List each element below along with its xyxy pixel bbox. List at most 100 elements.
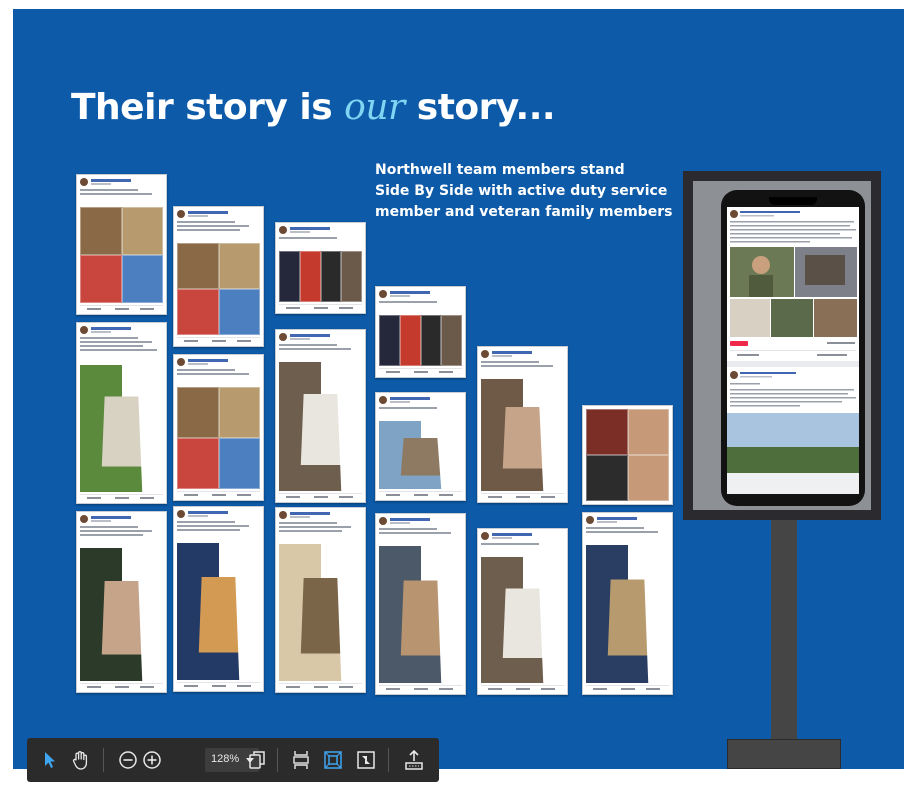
post-photo bbox=[586, 409, 669, 501]
poster-name-line bbox=[188, 359, 228, 362]
post-header bbox=[279, 226, 362, 235]
post-text-lines bbox=[379, 407, 462, 411]
text-line bbox=[177, 373, 250, 375]
avatar bbox=[481, 350, 489, 358]
post-actions-bar bbox=[279, 683, 362, 690]
viewer-toolbar: 128% bbox=[27, 738, 439, 782]
photo-tile bbox=[218, 289, 260, 335]
post-text-lines bbox=[80, 189, 163, 197]
poster-name-line bbox=[91, 179, 131, 182]
post-photo bbox=[586, 545, 669, 683]
zoom-in-icon[interactable] bbox=[139, 746, 165, 774]
text-line bbox=[177, 225, 250, 227]
photo-tile bbox=[177, 438, 219, 489]
post-actions-bar bbox=[379, 491, 462, 498]
post-header bbox=[279, 333, 362, 342]
avatar bbox=[586, 516, 594, 524]
post-actions-bar bbox=[379, 685, 462, 692]
post-actions-bar bbox=[80, 683, 163, 690]
post-actions-bar bbox=[177, 337, 260, 344]
cursor-arrow-icon[interactable] bbox=[37, 746, 63, 774]
zoom-out-icon[interactable] bbox=[115, 746, 141, 774]
post-text-lines bbox=[80, 337, 163, 353]
photo-tile bbox=[441, 315, 462, 366]
post-text-lines bbox=[379, 528, 462, 536]
post-header bbox=[481, 350, 564, 359]
avatar bbox=[177, 210, 185, 218]
post-header bbox=[481, 532, 564, 541]
text-line bbox=[177, 369, 236, 371]
photo-tile bbox=[627, 455, 669, 501]
social-post-card bbox=[275, 222, 366, 314]
photo-tile bbox=[121, 255, 163, 303]
post-time-line bbox=[492, 537, 512, 539]
text-line bbox=[279, 344, 338, 346]
slide-title: Their story is our story... bbox=[71, 87, 556, 128]
post-photo bbox=[379, 315, 462, 366]
text-line bbox=[177, 521, 236, 523]
photo-tile bbox=[627, 409, 669, 455]
fullscreen-icon[interactable] bbox=[353, 746, 379, 774]
post-header bbox=[379, 290, 462, 299]
post-photo bbox=[481, 379, 564, 491]
post-header bbox=[279, 511, 362, 520]
post-actions-bar bbox=[177, 491, 260, 498]
post-actions-bar bbox=[279, 304, 362, 311]
text-line bbox=[481, 361, 540, 363]
fit-width-icon[interactable] bbox=[320, 746, 346, 774]
post-photo bbox=[379, 421, 462, 489]
photo-tile bbox=[341, 251, 362, 302]
post-time-line bbox=[390, 295, 410, 297]
poster-name-line bbox=[390, 291, 430, 294]
post-time-line bbox=[290, 338, 310, 340]
social-post-card bbox=[275, 507, 366, 693]
share-upload-icon[interactable] bbox=[401, 746, 427, 774]
text-line bbox=[80, 349, 158, 351]
post-time-line bbox=[290, 231, 310, 233]
poster-name-line bbox=[492, 533, 532, 536]
post-header bbox=[379, 396, 462, 405]
copy-pages-icon[interactable] bbox=[244, 746, 270, 774]
kiosk-base bbox=[727, 739, 841, 769]
post-time-line bbox=[188, 363, 208, 365]
photo-tile bbox=[279, 251, 300, 302]
phone-notch bbox=[769, 197, 817, 205]
text-line bbox=[80, 337, 139, 339]
post-text-lines bbox=[481, 361, 564, 369]
phone-post bbox=[727, 371, 859, 494]
avatar bbox=[80, 178, 88, 186]
hand-pan-icon[interactable] bbox=[68, 746, 94, 774]
avatar bbox=[80, 515, 88, 523]
social-post-card bbox=[76, 174, 167, 315]
poster-name-line bbox=[91, 327, 131, 330]
post-time-line bbox=[188, 515, 208, 517]
post-photo bbox=[80, 548, 163, 681]
text-line bbox=[379, 528, 438, 530]
social-post-card bbox=[173, 206, 264, 347]
text-line bbox=[80, 534, 144, 536]
text-line bbox=[279, 526, 352, 528]
social-post-card bbox=[76, 511, 167, 693]
social-post-card bbox=[477, 528, 568, 695]
post-text-lines bbox=[80, 526, 163, 538]
post-header bbox=[177, 358, 260, 367]
text-line bbox=[80, 530, 153, 532]
post-photo bbox=[177, 387, 260, 489]
post-header bbox=[80, 326, 163, 335]
avatar bbox=[379, 517, 387, 525]
poster-name-line bbox=[290, 227, 330, 230]
phone-feed bbox=[727, 210, 859, 494]
post-actions-bar bbox=[481, 493, 564, 500]
post-header bbox=[80, 515, 163, 524]
post-actions-bar bbox=[586, 685, 669, 692]
phone-post bbox=[730, 210, 857, 356]
social-post-card bbox=[275, 329, 366, 503]
social-post-card bbox=[582, 512, 673, 695]
avatar bbox=[481, 532, 489, 540]
photo-tile bbox=[177, 289, 219, 335]
poster-name-line bbox=[492, 351, 532, 354]
fit-page-icon[interactable] bbox=[288, 746, 314, 774]
post-text-lines bbox=[279, 237, 362, 241]
post-actions-bar bbox=[481, 685, 564, 692]
social-post-card bbox=[375, 392, 466, 501]
